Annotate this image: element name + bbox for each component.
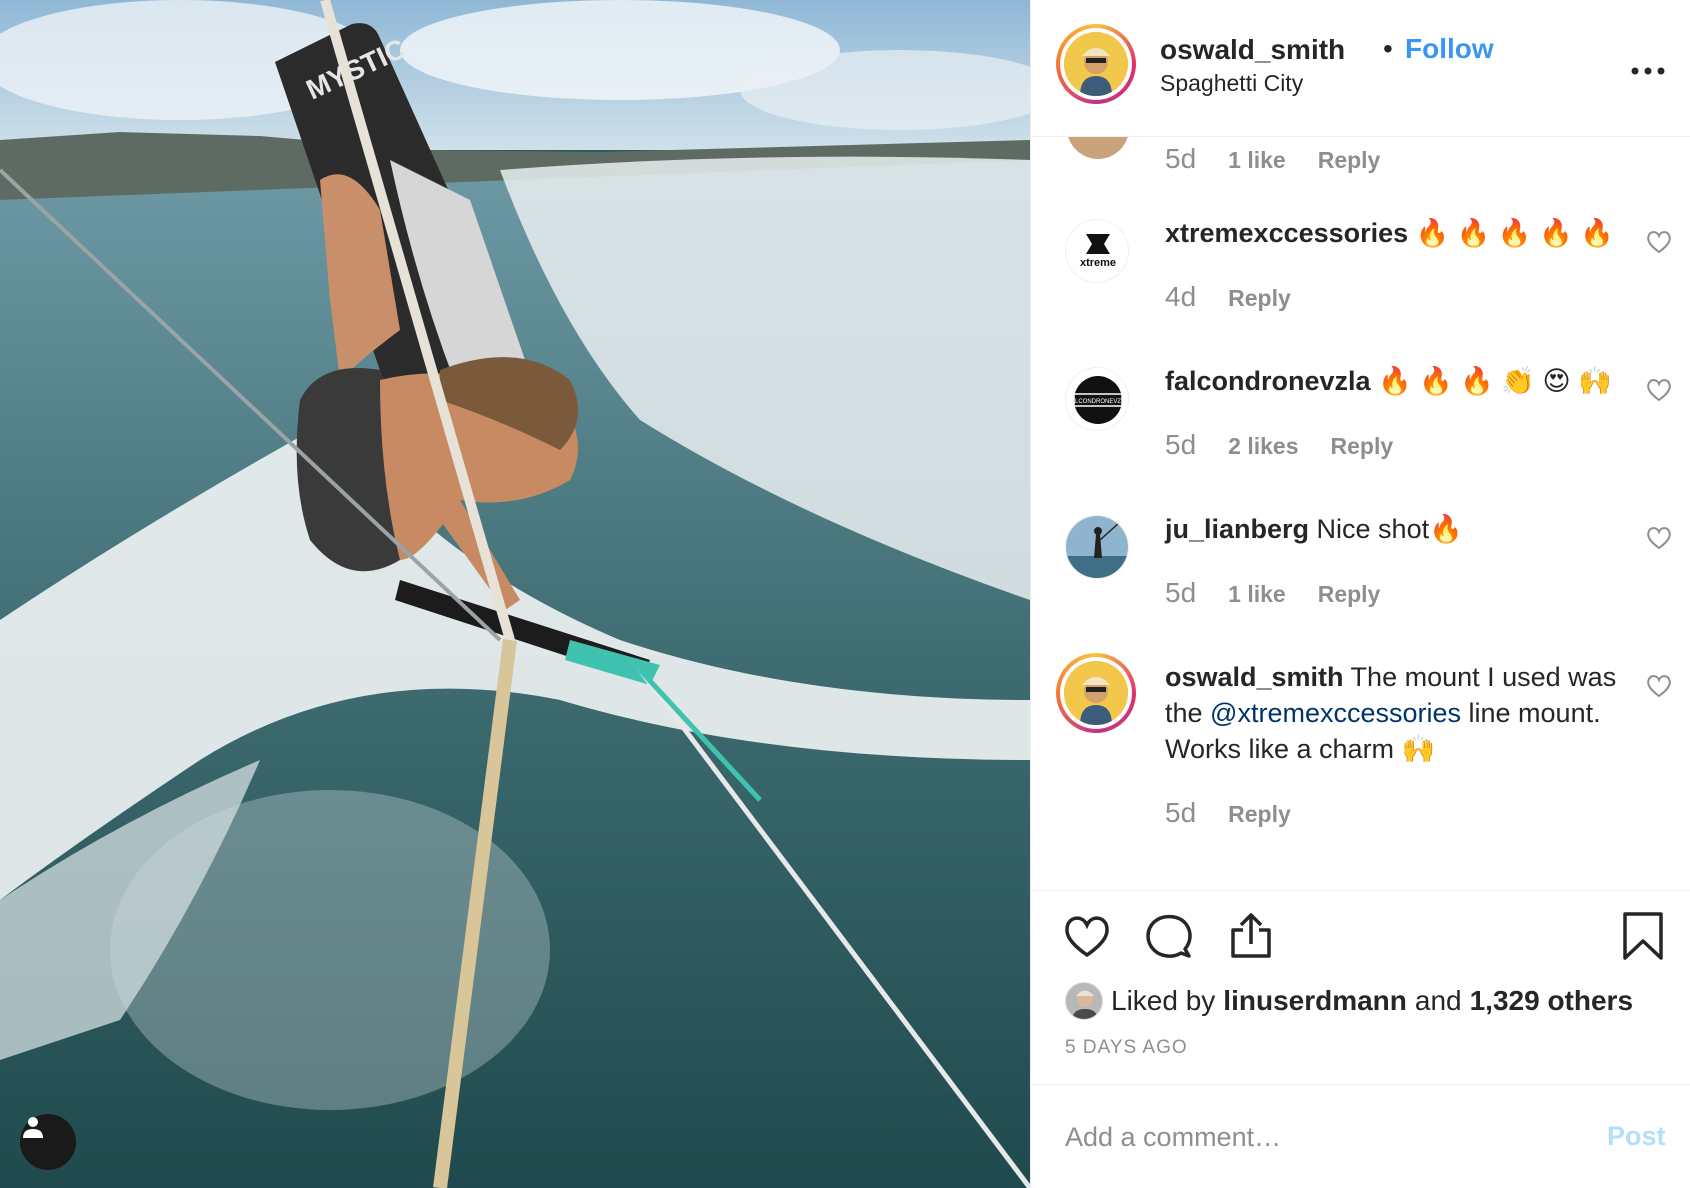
comment-message: Nice shot🔥: [1309, 514, 1463, 544]
separator-dot: •: [1383, 33, 1393, 64]
comment-input[interactable]: [1065, 1107, 1585, 1167]
heart-icon: [1647, 378, 1671, 401]
xtreme-logo-icon: xtreme: [1066, 220, 1128, 282]
kitesurf-photo: MYSTIC: [0, 0, 1030, 1188]
comment-time: 5d: [1165, 797, 1197, 828]
comment-message: 🔥 🔥 🔥 🔥 🔥: [1408, 218, 1614, 248]
comment-likes[interactable]: 1 like: [1228, 581, 1286, 608]
reply-button[interactable]: Reply: [1228, 801, 1291, 828]
comment-text: oswald_smith The mount I used was the @x…: [1165, 659, 1635, 767]
share-icon: [1231, 912, 1271, 958]
comment-meta: 4d Reply: [1165, 281, 1291, 313]
comment-icon: [1146, 914, 1192, 958]
more-options-button[interactable]: [1628, 52, 1668, 80]
reply-button[interactable]: Reply: [1318, 581, 1381, 608]
heart-icon: [1065, 915, 1109, 957]
comment-text: xtremexccessories 🔥 🔥 🔥 🔥 🔥: [1165, 215, 1635, 251]
user-tag-button[interactable]: [20, 1114, 76, 1170]
bookmark-icon: [1623, 912, 1663, 960]
comment-time: 4d: [1165, 281, 1197, 312]
commenter-avatar[interactable]: [1065, 515, 1129, 579]
liked-by-username[interactable]: linuserdmann: [1223, 985, 1407, 1017]
comment-username[interactable]: ju_lianberg: [1165, 514, 1309, 544]
post-timestamp[interactable]: 5 DAYS AGO: [1065, 1037, 1188, 1059]
comment-time: 5d: [1165, 429, 1197, 460]
comment-mention-link[interactable]: @xtremexccessories: [1210, 698, 1461, 728]
partial-comment-meta: 5d 1 like Reply: [1165, 143, 1380, 175]
like-comment-button[interactable]: [1644, 229, 1674, 257]
comment-username[interactable]: oswald_smith: [1165, 662, 1344, 692]
reply-button[interactable]: Reply: [1228, 285, 1291, 312]
comment-text: ju_lianberg Nice shot🔥: [1165, 511, 1635, 547]
post-location[interactable]: Spaghetti City: [1160, 70, 1303, 97]
post-actions: Liked by linuserdmann and 1,329 others 5…: [1031, 890, 1690, 1084]
post-photo[interactable]: MYSTIC: [0, 0, 1030, 1188]
comment-composer: Post: [1031, 1084, 1690, 1188]
user-tag-icon: [23, 1117, 43, 1138]
follow-button[interactable]: Follow: [1405, 33, 1494, 65]
commenter-avatar[interactable]: xtreme: [1065, 219, 1129, 283]
author-avatar-image: [1064, 661, 1128, 725]
svg-text:FALCONDRONEVZLA: FALCONDRONEVZLA: [1068, 399, 1129, 405]
comments-list[interactable]: 5d 1 like Reply xtreme xtremexccessories…: [1031, 137, 1690, 890]
like-button[interactable]: [1061, 911, 1113, 963]
comment-message: 🔥 🔥 🔥 👏 😍 🙌: [1370, 366, 1612, 396]
liked-by-row: Liked by linuserdmann and 1,329 others: [1065, 981, 1633, 1021]
comment-time: 5d: [1165, 143, 1197, 174]
reply-button[interactable]: Reply: [1331, 433, 1394, 460]
liker-avatar-image: [1066, 983, 1102, 1019]
comment-text: falcondronevzla 🔥 🔥 🔥 👏 😍 🙌: [1165, 363, 1635, 399]
commenter-avatar[interactable]: [1056, 653, 1136, 733]
post-header: oswald_smith • Follow Spaghetti City: [1031, 0, 1690, 137]
author-avatar[interactable]: [1056, 24, 1136, 104]
comment-meta: 5d Reply: [1165, 797, 1291, 829]
comment-meta: 5d 2 likes Reply: [1165, 429, 1393, 461]
heart-icon: [1647, 230, 1671, 253]
comment-username[interactable]: falcondronevzla: [1165, 366, 1371, 396]
post-side-panel: oswald_smith • Follow Spaghetti City 5d …: [1030, 0, 1690, 1188]
liked-by-others[interactable]: 1,329 others: [1470, 985, 1633, 1017]
like-comment-button[interactable]: [1644, 377, 1674, 405]
kitesurfer-avatar-image: [1066, 516, 1128, 578]
share-button[interactable]: [1225, 911, 1277, 963]
liker-avatar[interactable]: [1065, 982, 1103, 1020]
reply-button[interactable]: Reply: [1318, 147, 1381, 174]
like-comment-button[interactable]: [1644, 525, 1674, 553]
liked-by-prefix: Liked by: [1111, 985, 1216, 1016]
comment-button[interactable]: [1143, 911, 1195, 963]
svg-text:xtreme: xtreme: [1080, 257, 1116, 269]
more-icon: [1631, 67, 1665, 75]
author-username[interactable]: oswald_smith: [1160, 34, 1345, 66]
falcon-logo-icon: FALCONDRONEVZLA: [1066, 368, 1129, 430]
comment-time: 5d: [1165, 577, 1197, 608]
heart-icon: [1647, 526, 1671, 549]
commenter-avatar[interactable]: FALCONDRONEVZLA: [1065, 367, 1129, 431]
like-comment-button[interactable]: [1644, 673, 1674, 701]
save-button[interactable]: [1617, 911, 1669, 963]
comment-username[interactable]: xtremexccessories: [1165, 218, 1408, 248]
liked-by-and: and: [1414, 985, 1462, 1016]
partial-comment-avatar[interactable]: [1067, 137, 1129, 159]
heart-icon: [1647, 674, 1671, 697]
post-comment-button[interactable]: Post: [1607, 1121, 1666, 1152]
author-avatar-image: [1064, 32, 1128, 96]
comment-likes[interactable]: 2 likes: [1228, 433, 1298, 460]
comment-likes[interactable]: 1 like: [1228, 147, 1286, 174]
comment-meta: 5d 1 like Reply: [1165, 577, 1380, 609]
